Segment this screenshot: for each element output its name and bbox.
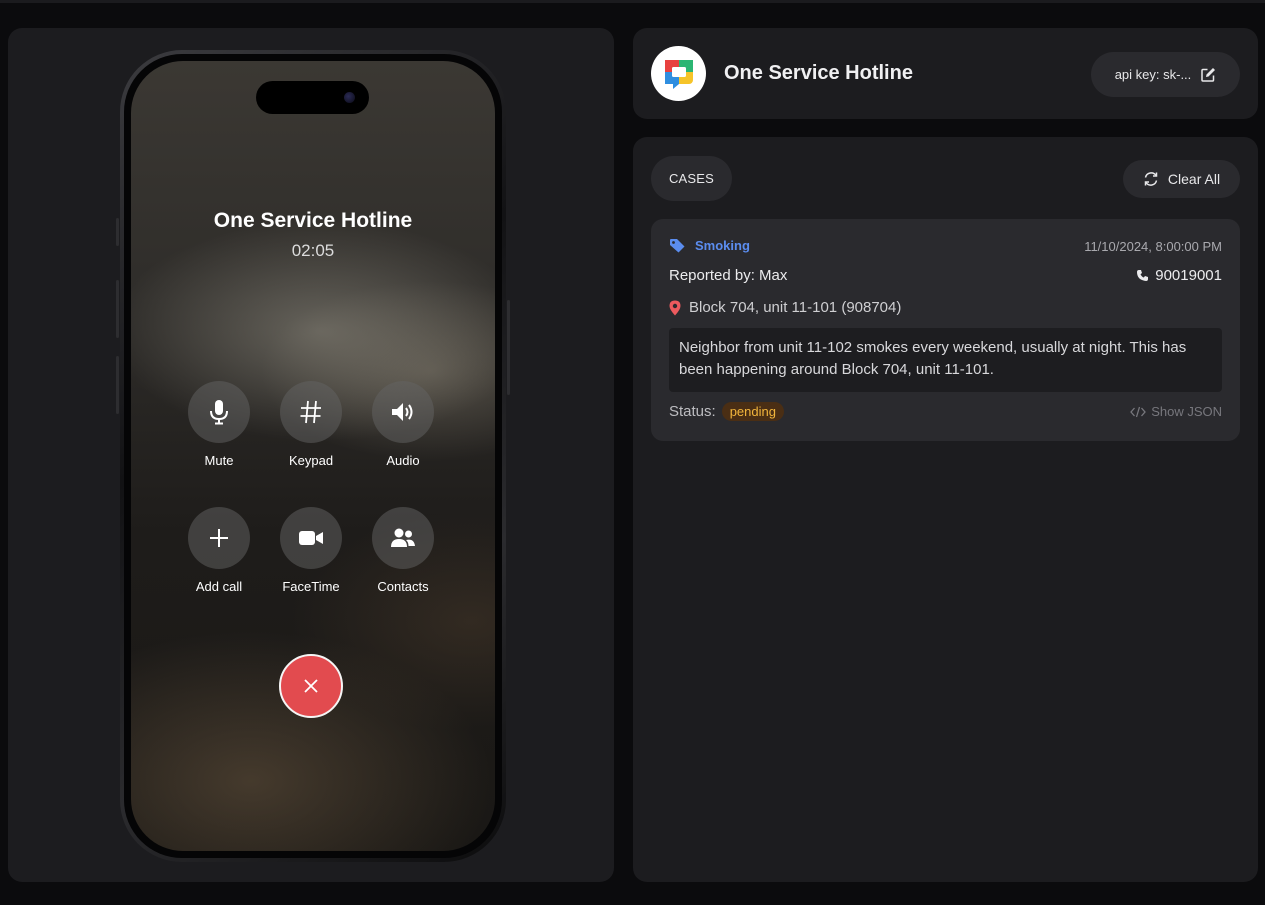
- clear-all-label: Clear All: [1167, 171, 1221, 187]
- mute-button[interactable]: Mute: [174, 381, 264, 468]
- case-reporter: Reported by: Max: [669, 267, 788, 284]
- clear-all-button[interactable]: Clear All: [1123, 160, 1240, 198]
- phone-panel: One Service Hotline 02:05 Mute Keypad Au…: [8, 28, 614, 882]
- front-camera: [344, 92, 355, 103]
- keypad-label: Keypad: [288, 453, 334, 468]
- facetime-label: FaceTime: [282, 579, 340, 594]
- mute-label: Mute: [204, 453, 234, 468]
- app-logo: [651, 46, 706, 101]
- app-title: One Service Hotline: [724, 62, 913, 84]
- contacts-label: Contacts: [377, 579, 429, 594]
- add-call-label: Add call: [195, 579, 243, 594]
- case-phone-number: 90019001: [1155, 267, 1222, 284]
- case-status: Status: pending: [669, 402, 784, 421]
- phone-mockup: One Service Hotline 02:05 Mute Keypad Au…: [116, 50, 510, 862]
- end-call-button[interactable]: [279, 654, 343, 718]
- phone-action-button: [116, 218, 119, 246]
- header-bar: One Service Hotline api key: sk-...: [633, 28, 1258, 119]
- edit-icon: [1201, 68, 1216, 82]
- phone-icon: [1137, 270, 1149, 281]
- show-json-label: Show JSON: [1151, 404, 1222, 419]
- one-service-logo-icon: [664, 59, 693, 89]
- microphone-icon: [210, 400, 228, 425]
- audio-button[interactable]: Audio: [358, 381, 448, 468]
- facetime-button[interactable]: FaceTime: [266, 507, 356, 594]
- facetime-circle: [280, 507, 342, 569]
- phone-screen: One Service Hotline 02:05 Mute Keypad Au…: [131, 61, 495, 851]
- add-call-button[interactable]: Add call: [174, 507, 264, 594]
- case-location: Block 704, unit 11-101 (908704): [669, 299, 901, 316]
- case-card: Smoking 11/10/2024, 8:00:00 PM Reported …: [651, 219, 1240, 441]
- cases-section-label: CASES: [651, 156, 732, 201]
- hash-icon: [300, 400, 321, 424]
- api-key-label: api key: sk-...: [1114, 67, 1192, 82]
- case-category: Smoking: [669, 238, 750, 253]
- caller-name: One Service Hotline: [213, 209, 413, 232]
- cases-panel: CASES Clear All Smoking 11/10/2024, 8:00…: [633, 137, 1258, 882]
- phone-power-button: [507, 300, 510, 395]
- contacts-circle: [372, 507, 434, 569]
- audio-circle: [372, 381, 434, 443]
- keypad-circle: [280, 381, 342, 443]
- call-timer: 02:05: [291, 241, 335, 260]
- code-icon: [1130, 406, 1147, 417]
- phone-volume-down-button: [116, 356, 119, 414]
- status-label: Status:: [669, 403, 716, 420]
- mute-circle: [188, 381, 250, 443]
- api-key-button[interactable]: api key: sk-...: [1091, 52, 1240, 97]
- contacts-button[interactable]: Contacts: [358, 507, 448, 594]
- location-pin-icon: [669, 300, 681, 315]
- case-timestamp: 11/10/2024, 8:00:00 PM: [1084, 239, 1222, 254]
- phone-bezel: One Service Hotline 02:05 Mute Keypad Au…: [124, 54, 502, 858]
- audio-label: Audio: [386, 453, 420, 468]
- dynamic-island: [256, 81, 369, 114]
- video-camera-icon: [299, 531, 323, 545]
- show-json-button[interactable]: Show JSON: [1130, 404, 1222, 419]
- case-description: Neighbor from unit 11-102 smokes every w…: [669, 328, 1222, 392]
- tag-icon: [670, 239, 685, 253]
- keypad-button[interactable]: Keypad: [266, 381, 356, 468]
- window-top-border: [0, 0, 1265, 3]
- plus-icon: [210, 529, 228, 547]
- case-phone: 90019001: [1136, 267, 1222, 284]
- case-location-text: Block 704, unit 11-101 (908704): [689, 299, 902, 316]
- phone-volume-up-button: [116, 280, 119, 338]
- close-icon: [304, 679, 318, 693]
- add-call-circle: [188, 507, 250, 569]
- speaker-icon: [392, 403, 413, 421]
- refresh-icon: [1144, 172, 1158, 186]
- status-badge: pending: [721, 402, 784, 421]
- contacts-icon: [391, 528, 415, 547]
- case-category-label: Smoking: [695, 238, 750, 253]
